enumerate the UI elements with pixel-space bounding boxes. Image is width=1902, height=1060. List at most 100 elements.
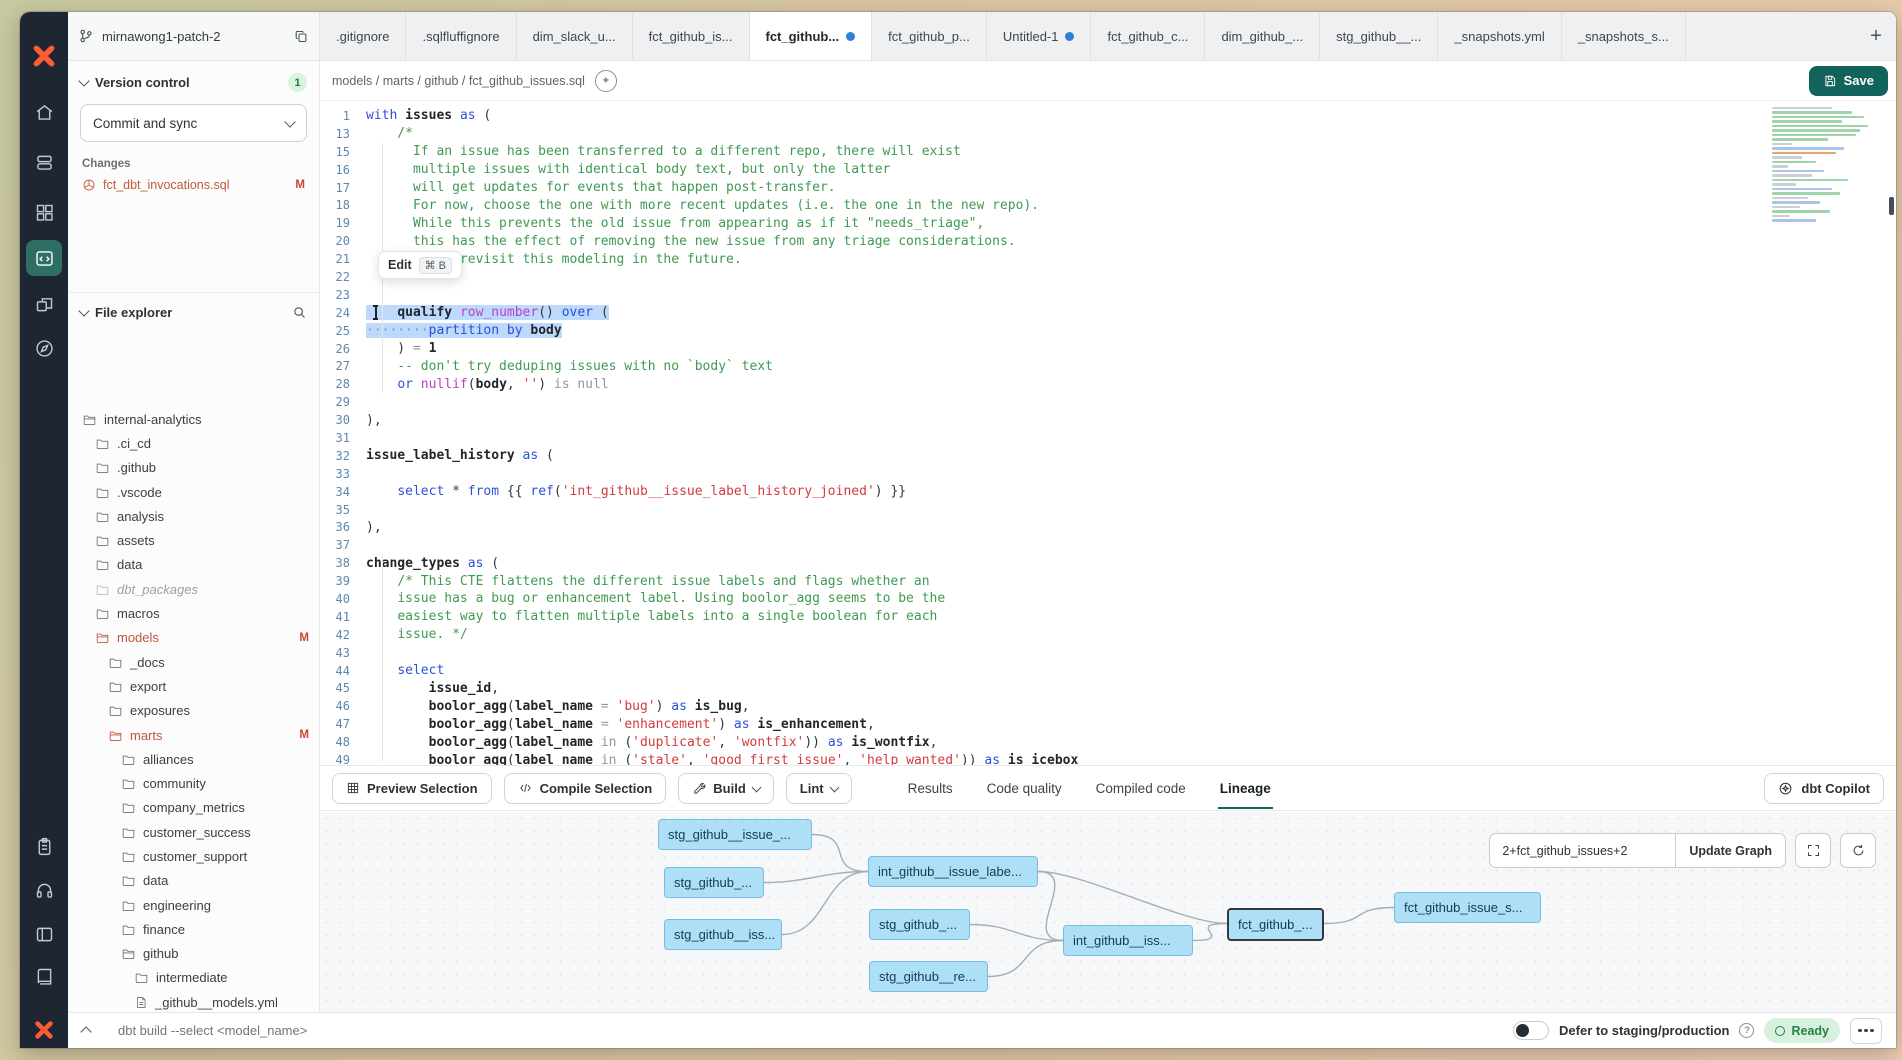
- compare-icon[interactable]: [26, 286, 62, 322]
- help-icon[interactable]: ?: [1739, 1023, 1754, 1038]
- expand-command-icon[interactable]: [80, 1026, 91, 1037]
- file-tree-folder[interactable]: _docs: [68, 650, 319, 674]
- result-tab-results[interactable]: Results: [906, 768, 955, 809]
- code-line[interactable]: 42 issue. */: [320, 626, 1896, 644]
- code-line[interactable]: 32issue_label_history as (: [320, 447, 1896, 465]
- lineage-node[interactable]: fct_github_...: [1227, 908, 1324, 941]
- editor-tab[interactable]: _snapshots_s...: [1562, 12, 1686, 60]
- lineage-node[interactable]: stg_github_...: [869, 909, 970, 940]
- result-tab-code-quality[interactable]: Code quality: [985, 768, 1064, 809]
- edit-popup[interactable]: Edit ⌘ B: [378, 251, 462, 279]
- copilot-icon[interactable]: ✦: [595, 70, 617, 92]
- code-line[interactable]: 21 Let's revisit this modeling in the fu…: [320, 250, 1896, 268]
- code-line[interactable]: 16 multiple issues with identical body t…: [320, 161, 1896, 179]
- code-line[interactable]: 1with issues as (: [320, 107, 1896, 125]
- file-tree-folder[interactable]: macros: [68, 601, 319, 625]
- file-tree-folder[interactable]: data: [68, 553, 319, 577]
- lineage-node[interactable]: stg_github__iss...: [664, 919, 782, 950]
- minimap[interactable]: [1772, 107, 1880, 224]
- projects-icon[interactable]: [26, 144, 62, 180]
- more-options-button[interactable]: [1850, 1018, 1882, 1044]
- file-tree-folder[interactable]: customer_support: [68, 844, 319, 868]
- code-line[interactable]: 40 issue has a bug or enhancement label.…: [320, 590, 1896, 608]
- scrollbar-thumb[interactable]: [1889, 197, 1894, 215]
- editor-tab[interactable]: .sqlfluffignore: [406, 12, 516, 60]
- file-tree-file[interactable]: _github__models.yml: [68, 990, 319, 1012]
- dashboard-icon[interactable]: [26, 194, 62, 230]
- file-tree-folder[interactable]: company_metrics: [68, 796, 319, 820]
- file-tree-folder[interactable]: finance: [68, 917, 319, 941]
- code-line[interactable]: 15 If an issue has been transferred to a…: [320, 143, 1896, 161]
- code-line[interactable]: 46 boolor_agg(label_name = 'bug') as is_…: [320, 697, 1896, 715]
- code-line[interactable]: 44 select: [320, 662, 1896, 680]
- changed-file-row[interactable]: fct_dbt_invocations.sql M: [68, 174, 319, 196]
- file-tree-folder[interactable]: .github: [68, 456, 319, 480]
- code-line[interactable]: 33: [320, 465, 1896, 483]
- code-line[interactable]: 49 boolor_agg(label_name in ('stale', 'g…: [320, 751, 1896, 765]
- support-icon[interactable]: [26, 872, 62, 908]
- file-tree-folder[interactable]: .vscode: [68, 480, 319, 504]
- code-line[interactable]: 29: [320, 393, 1896, 411]
- editor-tab[interactable]: Untitled-1: [987, 12, 1092, 60]
- lineage-node[interactable]: stg_github__re...: [869, 961, 988, 992]
- lineage-node[interactable]: stg_github__issue_...: [658, 819, 812, 850]
- refresh-button[interactable]: [1840, 833, 1876, 868]
- file-tree-folder[interactable]: assets: [68, 528, 319, 552]
- compile-selection-button[interactable]: Compile Selection: [504, 773, 667, 804]
- editor-tab[interactable]: fct_github_c...: [1091, 12, 1205, 60]
- code-line[interactable]: 43: [320, 644, 1896, 662]
- code-line[interactable]: 13 /*: [320, 125, 1896, 143]
- dbt-copilot-button[interactable]: dbt Copilot: [1764, 773, 1884, 804]
- file-tree-folder[interactable]: community: [68, 771, 319, 795]
- preview-selection-button[interactable]: Preview Selection: [332, 773, 492, 804]
- file-tree-folder[interactable]: customer_success: [68, 820, 319, 844]
- code-line[interactable]: 17 will get updates for events that happ…: [320, 179, 1896, 197]
- editor-scrollbar[interactable]: [1888, 101, 1894, 765]
- defer-toggle[interactable]: [1513, 1021, 1549, 1040]
- lineage-selector-input[interactable]: [1489, 833, 1675, 868]
- code-line[interactable]: 34 select * from {{ ref('int_github__iss…: [320, 483, 1896, 501]
- edit-popup-label[interactable]: Edit: [388, 258, 412, 272]
- code-line[interactable]: 23: [320, 286, 1896, 304]
- file-tree-folder[interactable]: internal-analytics: [68, 407, 319, 431]
- fullscreen-button[interactable]: [1795, 833, 1831, 868]
- editor-tab[interactable]: fct_github_is...: [633, 12, 750, 60]
- docs-icon[interactable]: [26, 958, 62, 994]
- code-line[interactable]: 24 qualify row_number() over (: [320, 304, 1896, 322]
- lineage-node[interactable]: stg_github_...: [664, 867, 764, 898]
- build-button[interactable]: Build: [678, 773, 774, 804]
- editor-tab[interactable]: dim_slack_u...: [517, 12, 633, 60]
- new-tab-button[interactable]: +: [1856, 12, 1896, 60]
- code-line[interactable]: 45 issue_id,: [320, 680, 1896, 698]
- file-tree-folder[interactable]: engineering: [68, 893, 319, 917]
- command-input[interactable]: [100, 1023, 1503, 1038]
- commit-and-sync-button[interactable]: Commit and sync: [80, 104, 307, 142]
- code-line[interactable]: 26 ) = 1: [320, 340, 1896, 358]
- editor-tab[interactable]: fct_github_p...: [872, 12, 987, 60]
- editor-tab[interactable]: fct_github...: [750, 12, 873, 60]
- result-tab-compiled-code[interactable]: Compiled code: [1094, 768, 1188, 809]
- file-tree-folder[interactable]: alliances: [68, 747, 319, 771]
- file-tree-folder[interactable]: export: [68, 674, 319, 698]
- ide-icon[interactable]: [26, 240, 62, 276]
- file-tree-folder[interactable]: modelsM: [68, 626, 319, 650]
- file-tree-folder[interactable]: analysis: [68, 504, 319, 528]
- code-editor[interactable]: 1with issues as (13 /*15 If an issue has…: [320, 101, 1896, 765]
- save-button[interactable]: Save: [1809, 66, 1888, 96]
- code-line[interactable]: 48 boolor_agg(label_name in ('duplicate'…: [320, 733, 1896, 751]
- editor-tab[interactable]: stg_github__...: [1320, 12, 1438, 60]
- code-line[interactable]: 39 /* This CTE flattens the different is…: [320, 572, 1896, 590]
- changelog-icon[interactable]: [26, 828, 62, 864]
- explore-icon[interactable]: [26, 330, 62, 366]
- result-tab-lineage[interactable]: Lineage: [1218, 768, 1273, 809]
- code-line[interactable]: 28 or nullif(body, '') is null: [320, 375, 1896, 393]
- editor-tab[interactable]: .gitignore: [320, 12, 406, 60]
- lint-button[interactable]: Lint: [786, 773, 852, 804]
- code-line[interactable]: 22: [320, 268, 1896, 286]
- panel-icon[interactable]: [26, 916, 62, 952]
- file-explorer-header[interactable]: File explorer: [68, 293, 319, 326]
- lineage-node[interactable]: int_github__iss...: [1063, 925, 1193, 956]
- editor-tab[interactable]: _snapshots.yml: [1438, 12, 1561, 60]
- file-tree-folder[interactable]: intermediate: [68, 966, 319, 990]
- lineage-node[interactable]: int_github__issue_labe...: [868, 856, 1038, 887]
